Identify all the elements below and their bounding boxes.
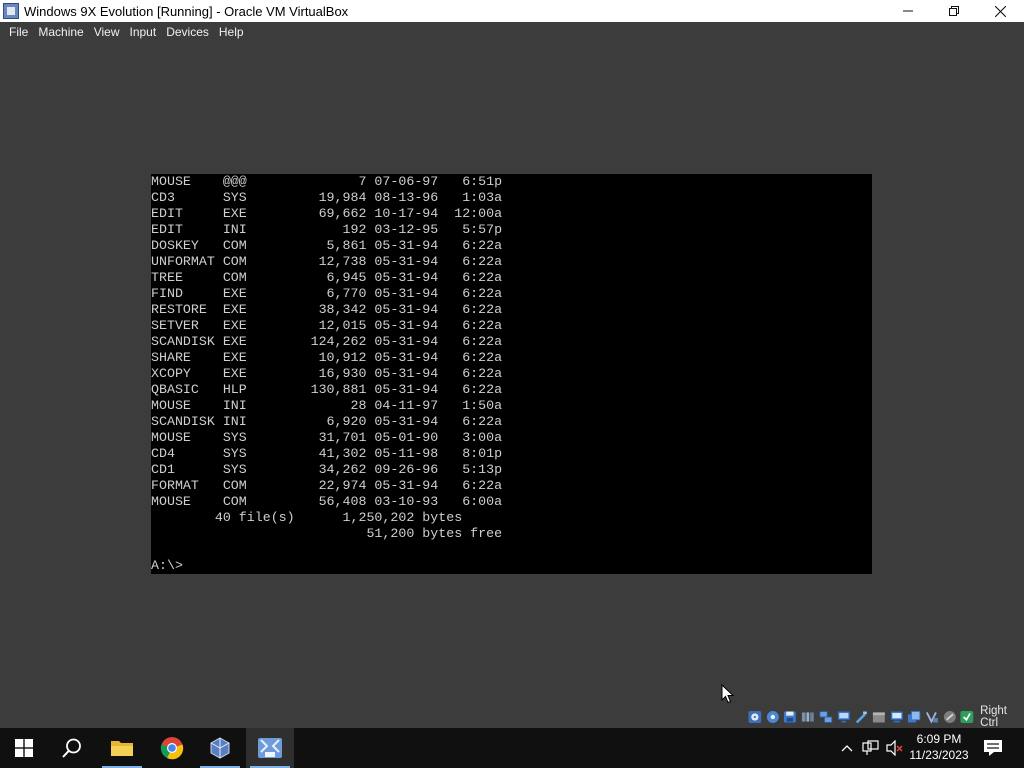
host-key-label: Right Ctrl (980, 705, 1007, 729)
dir-line: TREE COM 6,945 05-31-94 6:22a (151, 270, 503, 285)
recording-icon[interactable] (890, 710, 904, 724)
arrow-icon[interactable] (943, 710, 957, 724)
dir-line: SHARE EXE 10,912 05-31-94 6:22a (151, 350, 503, 365)
dir-line: FIND EXE 6,770 05-31-94 6:22a (151, 286, 503, 301)
menu-input[interactable]: Input (125, 22, 162, 42)
dir-line: MOUSE INI 28 04-11-97 1:50a (151, 398, 503, 413)
minimize-button[interactable] (885, 0, 931, 22)
notifications-icon (984, 740, 1002, 756)
floppy-icon[interactable] (766, 710, 780, 724)
menu-bar: File Machine View Input Devices Help (0, 22, 1024, 42)
menu-file[interactable]: File (4, 22, 33, 42)
dir-line: FORMAT COM 22,974 05-31-94 6:22a (151, 478, 503, 493)
dir-line: MOUSE COM 56,408 03-10-93 6:00a (151, 494, 503, 509)
window-title: Windows 9X Evolution [Running] - Oracle … (24, 3, 349, 19)
host-key-icon (960, 711, 974, 723)
windows-me-vm-icon (258, 738, 282, 758)
clock-date: 11/23/2023 (909, 748, 969, 762)
windows-taskbar: 6:09 PM 11/23/2023 (0, 728, 1024, 768)
file-explorer-icon (111, 741, 133, 756)
network-icon[interactable] (819, 710, 833, 724)
file-explorer-button[interactable] (98, 728, 146, 768)
close-icon (994, 5, 1006, 17)
chrome-button[interactable] (148, 728, 196, 768)
dir-line: CD1 SYS 34,262 09-26-96 5:13p (151, 462, 503, 477)
menu-view[interactable]: View (89, 22, 125, 42)
hard-disk-icon[interactable] (783, 710, 797, 724)
network-tray-button[interactable] (860, 728, 882, 768)
start-button[interactable] (0, 728, 48, 768)
search-button[interactable] (48, 728, 96, 768)
network-tray-icon (862, 740, 879, 755)
dir-line: SCANDISK EXE 124,262 05-31-94 6:22a (151, 334, 503, 349)
search-icon (62, 738, 81, 758)
clock-time: 6:09 PM (916, 732, 962, 746)
dir-line: DOSKEY COM 5,861 05-31-94 6:22a (151, 238, 503, 253)
dir-line: SETVER EXE 12,015 05-31-94 6:22a (151, 318, 503, 333)
dir-line: CD3 SYS 19,984 08-13-96 1:03a (151, 190, 503, 205)
restore-icon (949, 6, 959, 16)
dir-line: EDIT EXE 69,662 10-17-94 12:00a (151, 206, 503, 221)
dir-summary-files: 40 file(s) 1,250,202 bytes (151, 510, 463, 525)
chrome-icon (160, 737, 184, 760)
volume-muted-icon (886, 740, 903, 756)
minimize-icon (903, 10, 913, 12)
dir-line: MOUSE @@@ 7 07-06-97 6:51p (151, 174, 503, 189)
optical-drive-icon[interactable] (748, 710, 762, 724)
vm-status-bar: Right Ctrl (748, 705, 1024, 729)
dir-line: UNFORMAT COM 12,738 05-31-94 6:22a (151, 254, 503, 269)
virtualbox-app-icon (3, 3, 19, 19)
shared-folders-icon[interactable] (854, 710, 868, 724)
cpu-icon[interactable] (925, 710, 939, 724)
menu-devices[interactable]: Devices (161, 22, 214, 42)
dir-line: MOUSE SYS 31,701 05-01-90 3:00a (151, 430, 503, 445)
dir-line: XCOPY EXE 16,930 05-31-94 6:22a (151, 366, 503, 381)
menu-machine[interactable]: Machine (33, 22, 88, 42)
dir-line: QBASIC HLP 130,881 05-31-94 6:22a (151, 382, 503, 397)
usb-icon[interactable] (837, 710, 851, 724)
menu-help[interactable]: Help (214, 22, 249, 42)
command-prompt[interactable]: A:\> (151, 558, 183, 574)
virtualbox-icon (210, 737, 230, 759)
show-hidden-icons-button[interactable] (838, 728, 856, 768)
mouse-pointer-icon (721, 684, 735, 704)
restore-button[interactable] (931, 0, 977, 22)
dir-line: SCANDISK INI 6,920 05-31-94 6:22a (151, 414, 503, 429)
system-clock[interactable]: 6:09 PM 11/23/2023 (904, 731, 974, 763)
dir-summary-free: 51,200 bytes free (151, 526, 503, 541)
vm-window-button[interactable] (246, 728, 294, 768)
virtualbox-manager-button[interactable] (196, 728, 244, 768)
dir-line: EDIT INI 192 03-12-95 5:57p (151, 222, 503, 237)
title-bar: Windows 9X Evolution [Running] - Oracle … (0, 0, 1024, 22)
dir-line: RESTORE EXE 38,342 05-31-94 6:22a (151, 302, 503, 317)
chevron-up-icon (841, 745, 853, 752)
display-icon[interactable] (872, 710, 886, 724)
action-center-button[interactable] (980, 728, 1006, 768)
volume-tray-button[interactable] (884, 728, 906, 768)
close-button[interactable] (977, 0, 1023, 22)
dir-line: CD4 SYS 41,302 05-11-98 8:01p (151, 446, 503, 461)
mouse-integration-icon[interactable] (907, 710, 921, 724)
start-icon (15, 739, 33, 757)
audio-icon[interactable] (801, 710, 815, 724)
